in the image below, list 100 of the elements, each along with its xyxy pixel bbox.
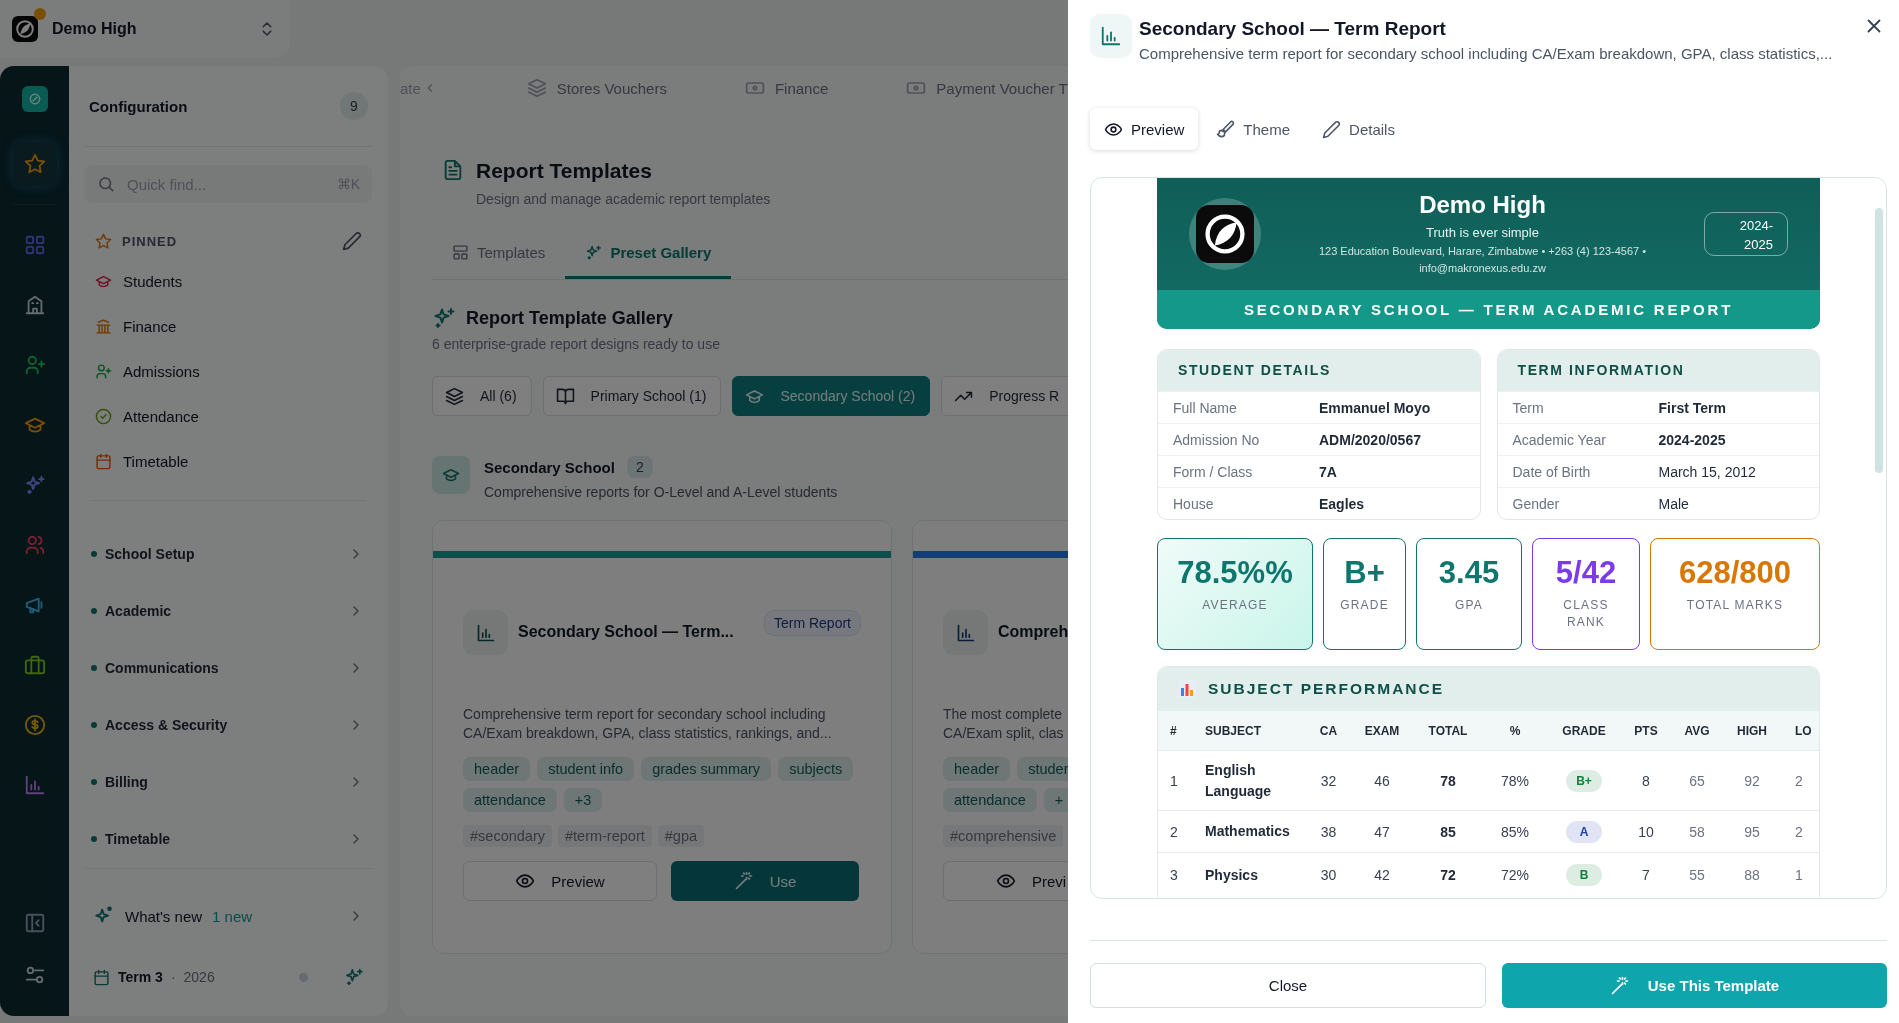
use-button[interactable]: Use [671, 861, 859, 901]
filter-chip[interactable]: Secondary School (2) [732, 376, 931, 416]
section-chip: student info [537, 757, 635, 781]
graduation-cap-icon [442, 466, 460, 484]
filter-chip[interactable]: Primary School (1) [542, 376, 722, 416]
whats-new-link[interactable]: What's new 1 new [85, 869, 372, 949]
type-badge: Term Report [763, 610, 861, 636]
field-value: 2024-2025 [1658, 431, 1727, 448]
nav-item[interactable] [12, 142, 57, 186]
module-tab[interactable]: Finance [744, 78, 829, 98]
school-logo [1196, 205, 1254, 263]
table-cell-text: 42 [1373, 867, 1391, 883]
column-header: LO [1794, 723, 1813, 738]
card-description: The most complete CA/Exam split, clas [943, 705, 1065, 743]
nav-link[interactable]: Students [85, 259, 372, 304]
column-header: EXAM [1363, 723, 1401, 738]
eye-icon [996, 871, 1016, 891]
column-header: AVG [1683, 723, 1711, 738]
nav-section[interactable]: Access & Security [85, 696, 372, 753]
field-label: Full Name [1173, 399, 1238, 416]
sparkles-icon [23, 474, 46, 496]
stat-label: GPA [1453, 597, 1485, 614]
edit-icon[interactable] [342, 231, 362, 251]
stat-value: 628/800 [1677, 555, 1793, 591]
status-dot [299, 972, 308, 982]
sidebar-toggle-icon[interactable] [23, 912, 46, 934]
stat-label: GRADE [1339, 597, 1390, 614]
table-cell-text: 85 [1439, 823, 1457, 840]
view-tab[interactable]: Templates [432, 229, 566, 279]
stat-value: 3.45 [1437, 555, 1501, 591]
magic-wand-icon [1609, 975, 1630, 996]
table-cell-text: 2 [1169, 823, 1179, 840]
sparkles-icon[interactable] [344, 967, 364, 987]
nav-link[interactable]: Attendance [85, 394, 372, 439]
sparkles-icon [432, 306, 456, 330]
table-cell-text: 46 [1373, 772, 1391, 789]
sparkles-icon [585, 244, 603, 261]
filter-chip[interactable]: All (6) [432, 376, 532, 416]
section-name: Communications [105, 659, 220, 676]
magic-wand-icon [733, 871, 754, 891]
column-header: CA [1318, 723, 1339, 738]
table-cell-text: 78% [1500, 772, 1530, 789]
nav-section[interactable]: School Setup [85, 525, 372, 582]
field-value: Emmanuel Moyo [1319, 399, 1432, 416]
table-cell-text: 7 [1641, 867, 1651, 883]
tab[interactable]: Details [1308, 108, 1409, 150]
preview-button[interactable]: Preview [463, 861, 657, 901]
book-icon [555, 386, 575, 406]
filter-chip[interactable]: Progress R [941, 376, 1068, 416]
workspace-switcher[interactable]: Demo High [0, 0, 290, 58]
scrollbar[interactable] [1875, 208, 1883, 473]
building-icon [23, 294, 46, 316]
nav-link[interactable]: Admissions [85, 349, 372, 394]
field-value: March 15, 2012 [1658, 463, 1757, 480]
stat-value: 78.5%% [1176, 555, 1294, 591]
nav-link[interactable]: Finance [85, 304, 372, 349]
tab[interactable]: Preview [1090, 108, 1199, 150]
close-button[interactable]: Close [1090, 963, 1486, 1008]
card-title: Secondary School — Term... [518, 623, 735, 641]
pencil-icon [1322, 119, 1342, 139]
nav-section[interactable]: Timetable [85, 810, 372, 867]
bullet-dot [91, 550, 97, 557]
bank-icon [95, 318, 112, 335]
sliders-icon[interactable] [23, 964, 46, 986]
grade-badge: A [1566, 820, 1602, 843]
column-header: GRADE [1561, 723, 1607, 738]
hashtag: #term-report [557, 825, 652, 847]
view-tab[interactable]: Preset Gallery [565, 229, 732, 279]
section-title: Report Template Gallery [466, 307, 673, 329]
graduation-cap-icon [95, 273, 112, 290]
card-heading: STUDENT DETAILS [1158, 350, 1480, 391]
module-tab[interactable]: Payment Voucher T [906, 78, 1068, 98]
app-logo [21, 86, 48, 112]
tab[interactable]: Theme [1202, 108, 1305, 150]
table-cell-text: 3 [1169, 867, 1179, 883]
school-logo [12, 16, 38, 42]
field-label: Date of Birth [1512, 463, 1592, 480]
user-plus-icon [23, 354, 46, 376]
users-icon [23, 534, 46, 556]
document-icon [442, 159, 464, 181]
section-name: Academic [105, 602, 173, 619]
field-label: Term [1512, 399, 1545, 416]
field-value: 7A [1319, 463, 1338, 480]
briefcase-icon [23, 654, 46, 676]
grade-badge: B [1566, 864, 1602, 886]
bar-chart-icon [1100, 25, 1122, 47]
column-header: TOTAL [1427, 723, 1469, 738]
column-header: HIGH [1736, 723, 1768, 738]
layers-icon [526, 78, 547, 98]
section-chip: header [463, 757, 531, 781]
preview-button[interactable]: Previ [943, 861, 1068, 901]
nav-section[interactable]: Communications [85, 639, 372, 696]
table-cell-text: 78 [1439, 772, 1457, 789]
drawer-title: Secondary School — Term Report [1139, 18, 1447, 40]
use-template-button[interactable]: Use This Template [1502, 963, 1887, 1008]
nav-section[interactable]: Academic [85, 582, 372, 639]
nav-link[interactable]: Timetable [85, 439, 372, 484]
table-cell-text: 58 [1688, 823, 1706, 840]
nav-section[interactable]: Billing [85, 753, 372, 810]
module-tab[interactable]: Stores Vouchers [526, 78, 667, 98]
